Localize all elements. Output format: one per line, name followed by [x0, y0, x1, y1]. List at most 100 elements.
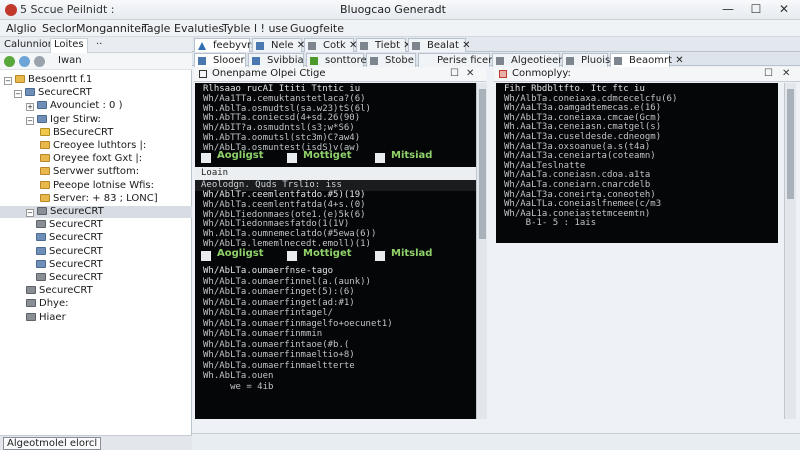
- tab[interactable]: Beaomrt ✕: [610, 53, 684, 67]
- tree-item[interactable]: Server: + 83 ; LONC]: [40, 193, 158, 205]
- menu-item[interactable]: Alglio: [6, 22, 36, 35]
- inner-session-header: Loain: [195, 167, 476, 180]
- tab[interactable]: Svibbia: [248, 53, 304, 67]
- tree-item[interactable]: SecureCRT: [36, 246, 103, 258]
- tree-item[interactable]: BSecureCRT: [40, 127, 113, 139]
- status-label: Mottiget: [303, 248, 352, 259]
- tree-item[interactable]: − Besoenrtt f.1: [4, 74, 92, 86]
- tab[interactable]: Bealat ✕: [408, 38, 471, 52]
- tab[interactable]: feebyvrs: [194, 38, 256, 52]
- left-session-title: Onenpame Olpei Ctige: [212, 68, 326, 79]
- tab-label: Slooer: [213, 55, 245, 66]
- tree-item[interactable]: SecureCRT: [36, 272, 103, 284]
- tree-item[interactable]: − Iger Stirw:: [26, 114, 101, 126]
- tree-item[interactable]: SecureCRT: [36, 219, 103, 231]
- expand-toggle-icon[interactable]: −: [14, 90, 22, 99]
- tree-item-label: Besoenrtt f.1: [28, 74, 93, 85]
- status-label: Mitslad: [391, 248, 433, 259]
- status-indicator-row: Aogligst Mottiget Mitsiad: [195, 151, 476, 165]
- pane-maximize-button[interactable]: ☐: [450, 67, 459, 81]
- tab-label: Beaomrt ✕: [629, 55, 684, 66]
- menu-item[interactable]: Tagle: [142, 22, 170, 35]
- menu-item[interactable]: Tyble: [222, 22, 250, 35]
- tab[interactable]: Perise ficere: [418, 53, 498, 67]
- scrollbar-thumb[interactable]: [479, 89, 486, 239]
- menu-item[interactable]: Guogfeite: [290, 22, 344, 35]
- tab-connections[interactable]: Calunnion: [4, 39, 54, 50]
- window-title: 5 Sccue Peilnidt :: [20, 3, 115, 16]
- left-terminal-scrollbar[interactable]: [476, 83, 487, 419]
- minimize-button[interactable]: —: [714, 1, 742, 18]
- tab[interactable]: sonttore: [306, 53, 367, 67]
- tab-icon: [422, 57, 430, 65]
- expand-toggle-icon[interactable]: +: [26, 103, 34, 112]
- tree-item-label: Dhye:: [39, 298, 69, 310]
- connect-icon[interactable]: [19, 56, 30, 67]
- expand-toggle-icon[interactable]: −: [4, 77, 12, 85]
- right-terminal-scrollbar[interactable]: [784, 83, 796, 419]
- tab-icon: [496, 57, 504, 65]
- maximize-button[interactable]: ☐: [742, 1, 770, 18]
- tree-item[interactable]: Hiaer: [26, 312, 66, 324]
- tab[interactable]: Cotk ✕: [304, 38, 357, 52]
- folder-icon: [40, 141, 50, 149]
- toolbar-label: Iwan: [58, 55, 82, 66]
- tab[interactable]: Pluoisfl: [562, 53, 617, 67]
- tree-item[interactable]: SecureCRT: [36, 259, 103, 271]
- left-terminal[interactable]: Rlhsaao rucAI Ititi Ttntic iu Wh/Aa1TTa.c…: [195, 83, 476, 419]
- refresh-icon[interactable]: [34, 56, 45, 67]
- pane-close-button[interactable]: ✕: [782, 67, 790, 81]
- menu-item[interactable]: Monganniter: [76, 22, 146, 35]
- tree-item[interactable]: Servwer sutftom:: [40, 166, 139, 178]
- right-terminal[interactable]: Fihr Rbdbltfto. Itc ftc iu Wh/AlbTa.conei…: [496, 83, 778, 243]
- session-icon: [36, 233, 46, 242]
- tab[interactable]: Stobe ✕: [366, 53, 425, 67]
- expand-toggle-icon[interactable]: −: [26, 116, 34, 125]
- tab-more[interactable]: ··: [96, 39, 102, 50]
- tab-icon: [198, 42, 206, 50]
- tree-item[interactable]: + Avounciet : 0 ): [26, 100, 123, 112]
- tree-item-label: SecureCRT: [38, 87, 92, 99]
- tree-item-label: SecureCRT: [50, 206, 104, 217]
- pane-maximize-button[interactable]: ☐: [764, 67, 773, 81]
- tree-item[interactable]: SecureCRT: [36, 232, 103, 244]
- session-icon: [36, 220, 46, 229]
- terminal-line: B-1- 5 : 1ais: [504, 218, 597, 229]
- title-bar: 5 Sccue Peilnidt : Bluogcao Generadt — ☐…: [0, 0, 800, 20]
- status-bar: Algeotmolel elorcl: [0, 435, 192, 450]
- tree-item[interactable]: − SecureCRT: [14, 87, 92, 99]
- tree-item[interactable]: Dhye:: [26, 298, 68, 310]
- tree-item[interactable]: SecureCRT: [26, 285, 93, 297]
- tab-label: Nele ✕: [271, 40, 306, 51]
- terminal-line: Wh/AbLTa.oumaerfnse-tago: [203, 266, 334, 276]
- menu-item[interactable]: Evaluties: [174, 22, 224, 35]
- tab-icon: [566, 57, 574, 65]
- tab[interactable]: Algeotieent ✕: [492, 53, 580, 67]
- folder-icon: [40, 154, 50, 163]
- terminal-icon: [499, 70, 507, 78]
- tree-item[interactable]: Creoyee luthtors |:: [40, 140, 146, 152]
- tree-item[interactable]: − SecureCRT: [0, 206, 192, 218]
- menu-item[interactable]: Seclor: [42, 22, 76, 35]
- tab[interactable]: Tiebt ✕: [356, 38, 412, 52]
- tab[interactable]: Nele ✕: [252, 38, 306, 52]
- right-session-title: Conmoplyy:: [512, 68, 571, 79]
- tree-item[interactable]: Oreyee foxt Gxt |:: [40, 153, 142, 165]
- menu-item[interactable]: l ! use: [254, 22, 288, 35]
- tree-item[interactable]: Peeope lotnise Wfis:: [40, 180, 154, 192]
- tab[interactable]: Slooer: [194, 53, 246, 67]
- panel-toolbar: Iwan: [0, 53, 192, 70]
- folder-icon: [15, 75, 25, 83]
- status-indicator-icon: [201, 251, 211, 261]
- close-button[interactable]: ✕: [770, 1, 798, 18]
- status-label: Aogligst: [217, 150, 264, 161]
- pane-close-button[interactable]: ✕: [466, 67, 474, 81]
- tab-label: Tiebt ✕: [375, 40, 412, 51]
- tab-icon: [370, 57, 378, 65]
- expand-toggle-icon[interactable]: −: [26, 209, 34, 217]
- tab-icon: [252, 57, 260, 65]
- tab-loites[interactable]: Loites: [50, 38, 88, 53]
- tree-item-label: SecureCRT: [49, 272, 103, 283]
- back-icon[interactable]: [4, 56, 15, 67]
- scrollbar-thumb[interactable]: [787, 89, 794, 199]
